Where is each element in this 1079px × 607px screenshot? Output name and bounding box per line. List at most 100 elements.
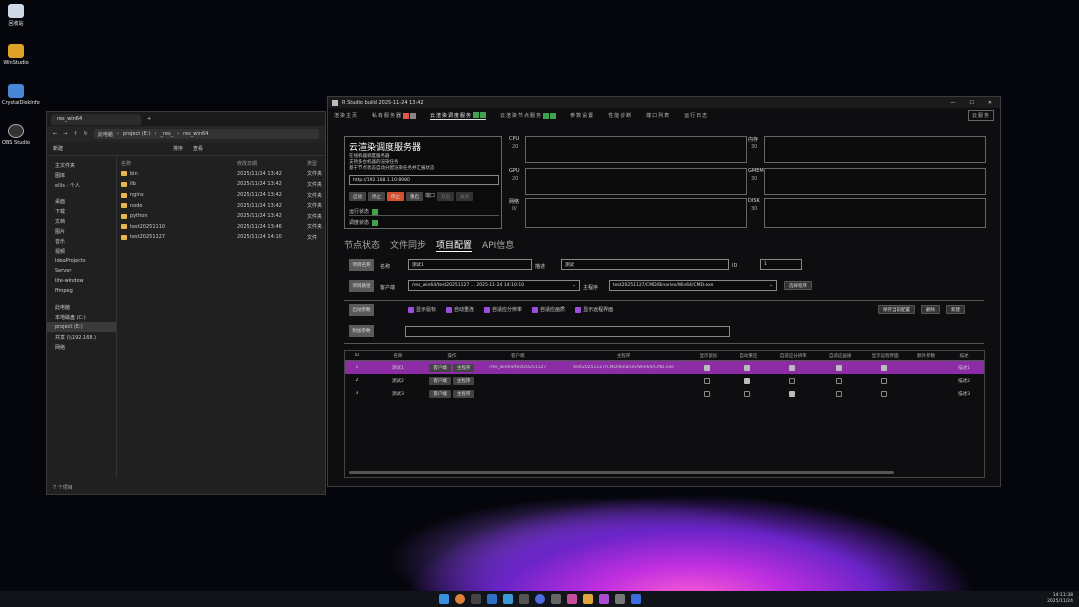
subtab-project-config[interactable]: 项目配置 — [436, 238, 473, 252]
minimize-icon[interactable]: — — [950, 100, 955, 106]
refresh-icon[interactable]: ↻ — [84, 131, 88, 137]
column-header[interactable]: 自动重连 — [728, 353, 768, 359]
close-button[interactable]: 关闭 — [456, 192, 474, 201]
sort-button[interactable]: 排序 — [173, 145, 183, 152]
view-button[interactable]: 查看 — [193, 145, 203, 152]
list-item[interactable]: bin 2025/11/24 13:42 文件夹 — [117, 169, 325, 180]
new-button[interactable]: 新建 — [946, 305, 965, 314]
checkbox-icon[interactable] — [881, 390, 888, 397]
column-header[interactable]: 客户端 — [477, 353, 559, 359]
app-icon[interactable] — [550, 594, 561, 604]
exe-path-select[interactable]: test20251127/CMD/Binaries/Win64/CMD.exe ⌄ — [609, 280, 777, 291]
column-header[interactable]: 自适应分辨率 — [768, 353, 818, 359]
nav-item[interactable]: 共享 (\\192.168.) — [47, 332, 116, 342]
checkbox-icon[interactable] — [704, 377, 711, 384]
subtab-node-status[interactable]: 节点状态 — [344, 238, 380, 252]
list-item[interactable]: python 2025/11/24 13:42 文件夹 — [117, 211, 325, 222]
nav-item[interactable]: 音乐 — [47, 236, 116, 246]
back-icon[interactable]: ← — [53, 131, 57, 137]
table-row[interactable]: 1 测试1 客户端 主程序/res_win64/test20251127 test202… — [345, 361, 984, 374]
column-header[interactable]: 操作 — [427, 353, 477, 359]
start-icon[interactable] — [438, 594, 449, 604]
column-header[interactable]: 显示鼠标 — [688, 353, 728, 359]
exe-button[interactable]: 主程序 — [452, 376, 475, 385]
exe-button[interactable]: 主程序 — [452, 389, 475, 398]
table-row[interactable]: 3 测试3 客户端 主程序 描述3 — [345, 387, 984, 400]
nav-item[interactable]: ellis - 个人 — [47, 180, 116, 190]
checkbox-icon[interactable] — [836, 390, 843, 397]
checkbox-icon[interactable] — [789, 364, 796, 371]
app-icon[interactable] — [502, 594, 513, 604]
option-auto-reconnect[interactable]: 自动重连 — [446, 306, 474, 313]
desktop-icon-studio[interactable]: WinStudio — [2, 44, 30, 66]
stop-button[interactable]: 停止 — [368, 192, 385, 201]
save-config-button[interactable]: 保存当前配置 — [878, 305, 915, 314]
tab-home[interactable]: 渲染主页 — [334, 112, 358, 119]
app-icon[interactable] — [534, 594, 545, 604]
list-item[interactable]: node 2025/11/24 13:42 文件夹 — [117, 200, 325, 211]
list-item[interactable]: lib 2025/11/24 13:42 文件夹 — [117, 179, 325, 190]
maximize-icon[interactable]: ☐ — [969, 100, 973, 106]
column-header[interactable]: 描述 — [944, 353, 984, 359]
forward-icon[interactable]: → — [63, 131, 67, 137]
tab-params[interactable]: 参数设置 — [570, 112, 594, 119]
tab-cloud-scheduler[interactable]: 云渲染调度服务 — [430, 112, 487, 120]
nav-item[interactable]: 桌面 — [47, 196, 116, 206]
extra-args-input[interactable] — [405, 326, 730, 337]
column-header[interactable]: 名称 — [369, 353, 427, 359]
cloud-service-button[interactable]: 云服务 — [967, 110, 994, 121]
client-path-select[interactable]: /res_win64/test20251127 ... 2025-11-24 1… — [408, 280, 580, 291]
app-icon[interactable] — [486, 594, 497, 604]
restart-button[interactable]: 重启 — [406, 192, 423, 201]
up-icon[interactable]: ↑ — [73, 131, 77, 137]
app-icon[interactable] — [470, 594, 481, 604]
column-header[interactable]: 主程序 — [559, 353, 689, 359]
table-row[interactable]: 2 测试2 客户端 主程序 描述2 — [345, 374, 984, 387]
column-header[interactable]: 显示远程界面 — [862, 353, 908, 359]
nav-item[interactable]: 本地磁盘 (C:) — [47, 312, 116, 322]
app-icon[interactable] — [566, 594, 577, 604]
nav-item[interactable]: project (E:) — [47, 322, 116, 332]
horizontal-scrollbar[interactable] — [349, 471, 894, 474]
desktop-icon-obs[interactable]: OBS Studio — [2, 124, 30, 146]
tab-private-server[interactable]: 私有服务器 — [372, 112, 417, 119]
app-icon[interactable] — [614, 594, 625, 604]
nav-item[interactable]: IdeaProjects — [47, 256, 116, 266]
subtab-api-info[interactable]: API信息 — [482, 238, 514, 252]
app-icon[interactable] — [582, 594, 593, 604]
list-item[interactable]: test20251127 2025/11/24 14:10 文件 — [117, 232, 325, 243]
server-url-input[interactable]: http://192.168.1.10:8080 — [349, 175, 499, 185]
delete-button[interactable]: 删除 — [921, 305, 940, 314]
tab-logs[interactable]: 运行日志 — [684, 112, 708, 119]
nav-item[interactable]: ffmpeg — [47, 286, 116, 296]
breadcrumb[interactable]: 此电脑 › project (E:) › _res_ › res_win64 — [93, 129, 319, 139]
checkbox-icon[interactable] — [744, 377, 751, 384]
desktop-icon-recycle[interactable]: 回收站 — [2, 4, 30, 27]
new-button[interactable]: 新建 — [53, 145, 63, 152]
option-remote-ui[interactable]: 显示远程界面 — [575, 306, 613, 313]
explorer-tab[interactable]: res_win64 — [51, 113, 141, 125]
app-icon[interactable] — [518, 594, 529, 604]
stop-button-active[interactable]: 停止 — [387, 192, 404, 201]
client-button[interactable]: 客户端 — [429, 389, 451, 398]
start-button[interactable]: 启动 — [349, 192, 366, 201]
tab-cloud-node[interactable]: 云渲染节点服务 — [500, 112, 557, 119]
nav-item[interactable]: Server — [47, 266, 116, 276]
list-item[interactable]: test20251110 2025/11/24 13:46 文件夹 — [117, 222, 325, 233]
nav-item[interactable]: 此电脑 — [47, 302, 116, 312]
app-icon[interactable] — [630, 594, 641, 604]
option-adaptive-resolution[interactable]: 自适应分辨率 — [484, 306, 522, 313]
choose-exe-button[interactable]: 选择程序 — [784, 281, 812, 290]
exe-button[interactable]: 主程序 — [452, 363, 475, 372]
tab-diagnose[interactable]: 性能诊断 — [608, 112, 632, 119]
project-desc-input[interactable]: 测试 — [561, 259, 729, 270]
browser-icon[interactable] — [454, 594, 465, 604]
close-icon[interactable]: ✕ — [988, 100, 992, 106]
list-item[interactable]: nginx 2025/11/24 13:42 文件夹 — [117, 190, 325, 201]
open-button[interactable]: 开启 — [437, 192, 455, 201]
checkbox-icon[interactable] — [704, 364, 711, 371]
checkbox-icon[interactable] — [789, 377, 796, 384]
nav-item[interactable]: 图库 — [47, 170, 116, 180]
app-icon[interactable] — [598, 594, 609, 604]
tab-ports[interactable]: 端口列表 — [646, 112, 670, 119]
